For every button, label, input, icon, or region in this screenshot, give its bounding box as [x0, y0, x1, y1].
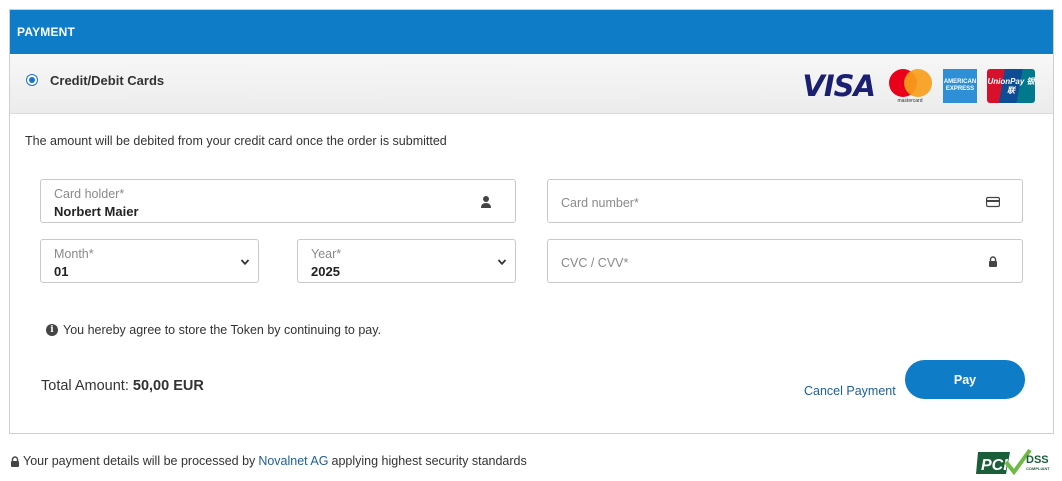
year-value: 2025 [311, 264, 340, 279]
token-note-text: You hereby agree to store the Token by c… [63, 323, 382, 337]
footer-text-before: Your payment details will be processed b… [23, 454, 256, 468]
novalnet-link[interactable]: Novalnet AG [258, 454, 328, 468]
cancel-payment-link[interactable]: Cancel Payment [804, 384, 896, 398]
card-logos: VISA mastercard AMERICAN EXPRESS UnionPa… [802, 69, 1035, 104]
credit-card-icon [986, 196, 1000, 208]
pay-button[interactable]: Pay [905, 360, 1025, 399]
year-select[interactable]: Year* 2025 [297, 239, 516, 283]
payment-panel: PAYMENT Credit/Debit Cards VISA masterca… [9, 9, 1054, 434]
footer-text-after: applying highest security standards [331, 454, 527, 468]
cvc-placeholder: CVC / CVV* [561, 256, 629, 270]
mastercard-logo: mastercard [887, 69, 933, 104]
info-icon: i [46, 324, 58, 336]
chevron-down-icon [497, 259, 507, 266]
card-number-field[interactable]: Card number* [547, 179, 1023, 223]
credit-card-radio[interactable] [26, 74, 38, 86]
unionpay-logo: UnionPay 银联 [987, 69, 1035, 103]
month-select[interactable]: Month* 01 [40, 239, 259, 283]
month-label: Month* [54, 247, 94, 261]
payment-method-label: Credit/Debit Cards [50, 73, 165, 88]
total-amount: Total Amount: 50,00 EUR [41, 378, 204, 394]
debit-notice: The amount will be debited from your cre… [25, 134, 447, 148]
compliant-text: COMPLIANT [1026, 466, 1050, 471]
lock-icon [11, 455, 19, 467]
card-number-placeholder: Card number* [561, 196, 639, 210]
year-label: Year* [311, 247, 342, 261]
pci-dss-logo: PCI DSS COMPLIANT [976, 448, 1050, 476]
pci-text: PCI [981, 457, 1008, 474]
cvc-field[interactable]: CVC / CVV* [547, 239, 1023, 283]
total-value: 50,00 EUR [132, 378, 204, 394]
chevron-down-icon [240, 259, 250, 266]
amex-logo: AMERICAN EXPRESS [943, 69, 977, 103]
visa-logo: VISA [802, 69, 876, 103]
payment-header: PAYMENT [10, 10, 1053, 54]
card-holder-input[interactable] [54, 204, 386, 219]
token-consent-note: i You hereby agree to store the Token by… [46, 323, 381, 337]
card-holder-label: Card holder* [54, 187, 125, 201]
payment-method-credit-cards[interactable]: Credit/Debit Cards VISA mastercard AMERI… [10, 54, 1053, 114]
month-value: 01 [54, 264, 69, 279]
dss-text: DSS [1026, 454, 1049, 466]
total-label: Total Amount: [41, 378, 129, 394]
user-icon [481, 196, 491, 208]
security-footer: Your payment details will be processed b… [10, 454, 527, 468]
card-holder-field[interactable]: Card holder* [40, 179, 516, 223]
lock-icon [989, 256, 997, 267]
